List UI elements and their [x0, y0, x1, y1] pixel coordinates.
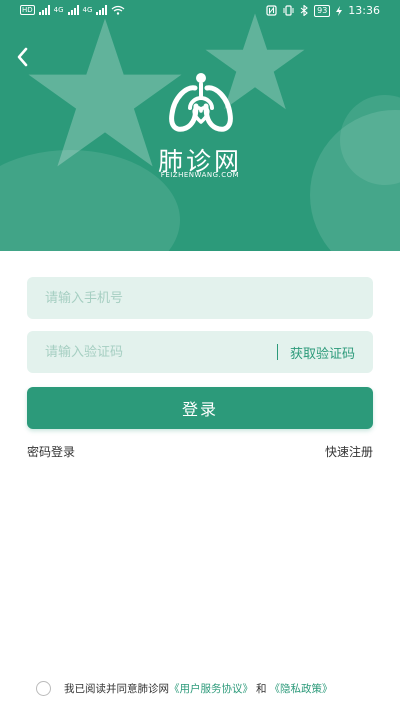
privacy-policy-link[interactable]: 《隐私政策》 — [270, 681, 333, 696]
status-time: 13:36 — [348, 4, 380, 17]
login-screen: HD 4G 4G 93 13:36 肺诊网 FEIZHENWANG.COM 请输… — [0, 0, 400, 711]
back-chevron-icon[interactable] — [14, 46, 32, 68]
quick-register-link[interactable]: 快速注册 — [325, 443, 373, 460]
nfc-icon — [266, 5, 277, 16]
signal-icon-3 — [96, 5, 108, 15]
wifi-icon — [112, 5, 125, 15]
agreement-prefix: 我已阅读并同意肺诊网 — [64, 683, 169, 695]
login-button[interactable]: 登录 — [27, 387, 373, 429]
brand-domain: FEIZHENWANG.COM — [160, 171, 240, 179]
header-banner: HD 4G 4G 93 13:36 肺诊网 FEIZHENWANG.COM — [0, 0, 400, 251]
password-login-link[interactable]: 密码登录 — [27, 443, 75, 460]
net-type-2: 4G — [82, 6, 93, 14]
status-bar: HD 4G 4G 93 13:36 — [0, 0, 400, 26]
phone-field-container — [27, 277, 373, 319]
vibrate-icon — [283, 5, 294, 16]
battery-level: 93 — [317, 5, 328, 15]
net-type-1: 4G — [53, 6, 64, 14]
signal-icon-1 — [38, 5, 50, 15]
verification-code-input[interactable] — [27, 331, 277, 373]
phone-input[interactable] — [27, 277, 373, 319]
bluetooth-icon — [300, 5, 308, 16]
agreement-and: 和 — [256, 683, 267, 695]
code-field-container: 获取验证码 — [27, 331, 373, 373]
status-bar-right: 93 13:36 — [266, 4, 380, 17]
agreement-row: 我已阅读并同意肺诊网 《用户服务协议》 和 《隐私政策》 — [36, 681, 333, 696]
hd-badge-1: HD — [20, 5, 35, 15]
battery-icon: 93 — [314, 4, 331, 17]
get-code-button[interactable]: 获取验证码 — [278, 343, 373, 362]
status-bar-left: HD 4G 4G — [20, 5, 125, 15]
lung-logo-icon — [169, 73, 233, 132]
agreement-checkbox[interactable] — [36, 681, 51, 696]
charging-icon — [336, 5, 343, 16]
user-agreement-link[interactable]: 《用户服务协议》 — [169, 681, 253, 696]
signal-icon-2 — [67, 5, 79, 15]
